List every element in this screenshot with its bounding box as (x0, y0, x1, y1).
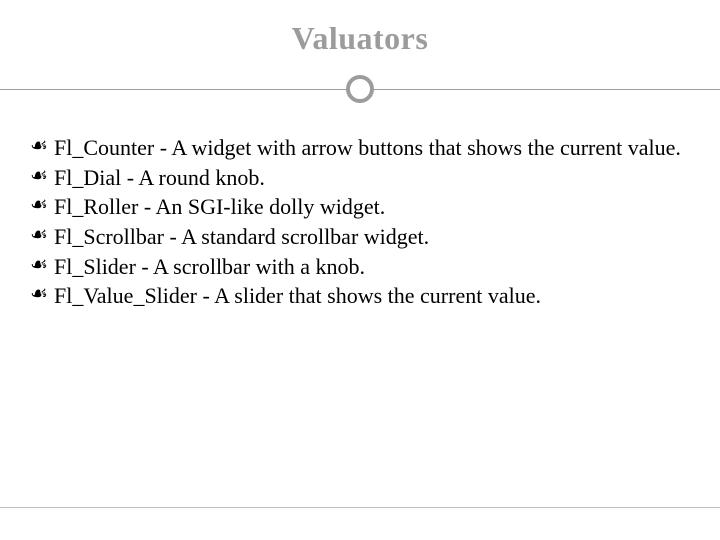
slide-title: Valuators (292, 20, 429, 56)
list-item-text: Fl_Roller - An SGI-like dolly widget. (54, 194, 385, 219)
list-item-text: Fl_Counter - A widget with arrow buttons… (54, 135, 681, 160)
list-item-text: Fl_Value_Slider - A slider that shows th… (54, 283, 541, 308)
swirl-bullet-icon: ☙ (30, 136, 48, 154)
list-item: ☙ Fl_Dial - A round knob. (30, 163, 690, 193)
list-item: ☙ Fl_Scrollbar - A standard scrollbar wi… (30, 222, 690, 252)
swirl-bullet-icon: ☙ (30, 284, 48, 302)
swirl-bullet-icon: ☙ (30, 255, 48, 273)
list-item-text: Fl_Dial - A round knob. (54, 165, 265, 190)
slide: Valuators ☙ Fl_Counter - A widget with a… (0, 0, 720, 540)
swirl-bullet-icon: ☙ (30, 225, 48, 243)
swirl-bullet-icon: ☙ (30, 166, 48, 184)
body: ☙ Fl_Counter - A widget with arrow butto… (0, 105, 720, 311)
list-item-text: Fl_Scrollbar - A standard scrollbar widg… (54, 224, 429, 249)
title-wrap: Valuators (0, 0, 720, 57)
circle-icon (346, 75, 374, 103)
list-item: ☙ Fl_Value_Slider - A slider that shows … (30, 281, 690, 311)
bottom-rule (0, 507, 720, 508)
list-item: ☙ Fl_Roller - An SGI-like dolly widget. (30, 192, 690, 222)
swirl-bullet-icon: ☙ (30, 195, 48, 213)
list-item: ☙ Fl_Counter - A widget with arrow butto… (30, 133, 690, 163)
list-item: ☙ Fl_Slider - A scrollbar with a knob. (30, 252, 690, 282)
title-divider (0, 75, 720, 105)
list-item-text: Fl_Slider - A scrollbar with a knob. (54, 254, 365, 279)
